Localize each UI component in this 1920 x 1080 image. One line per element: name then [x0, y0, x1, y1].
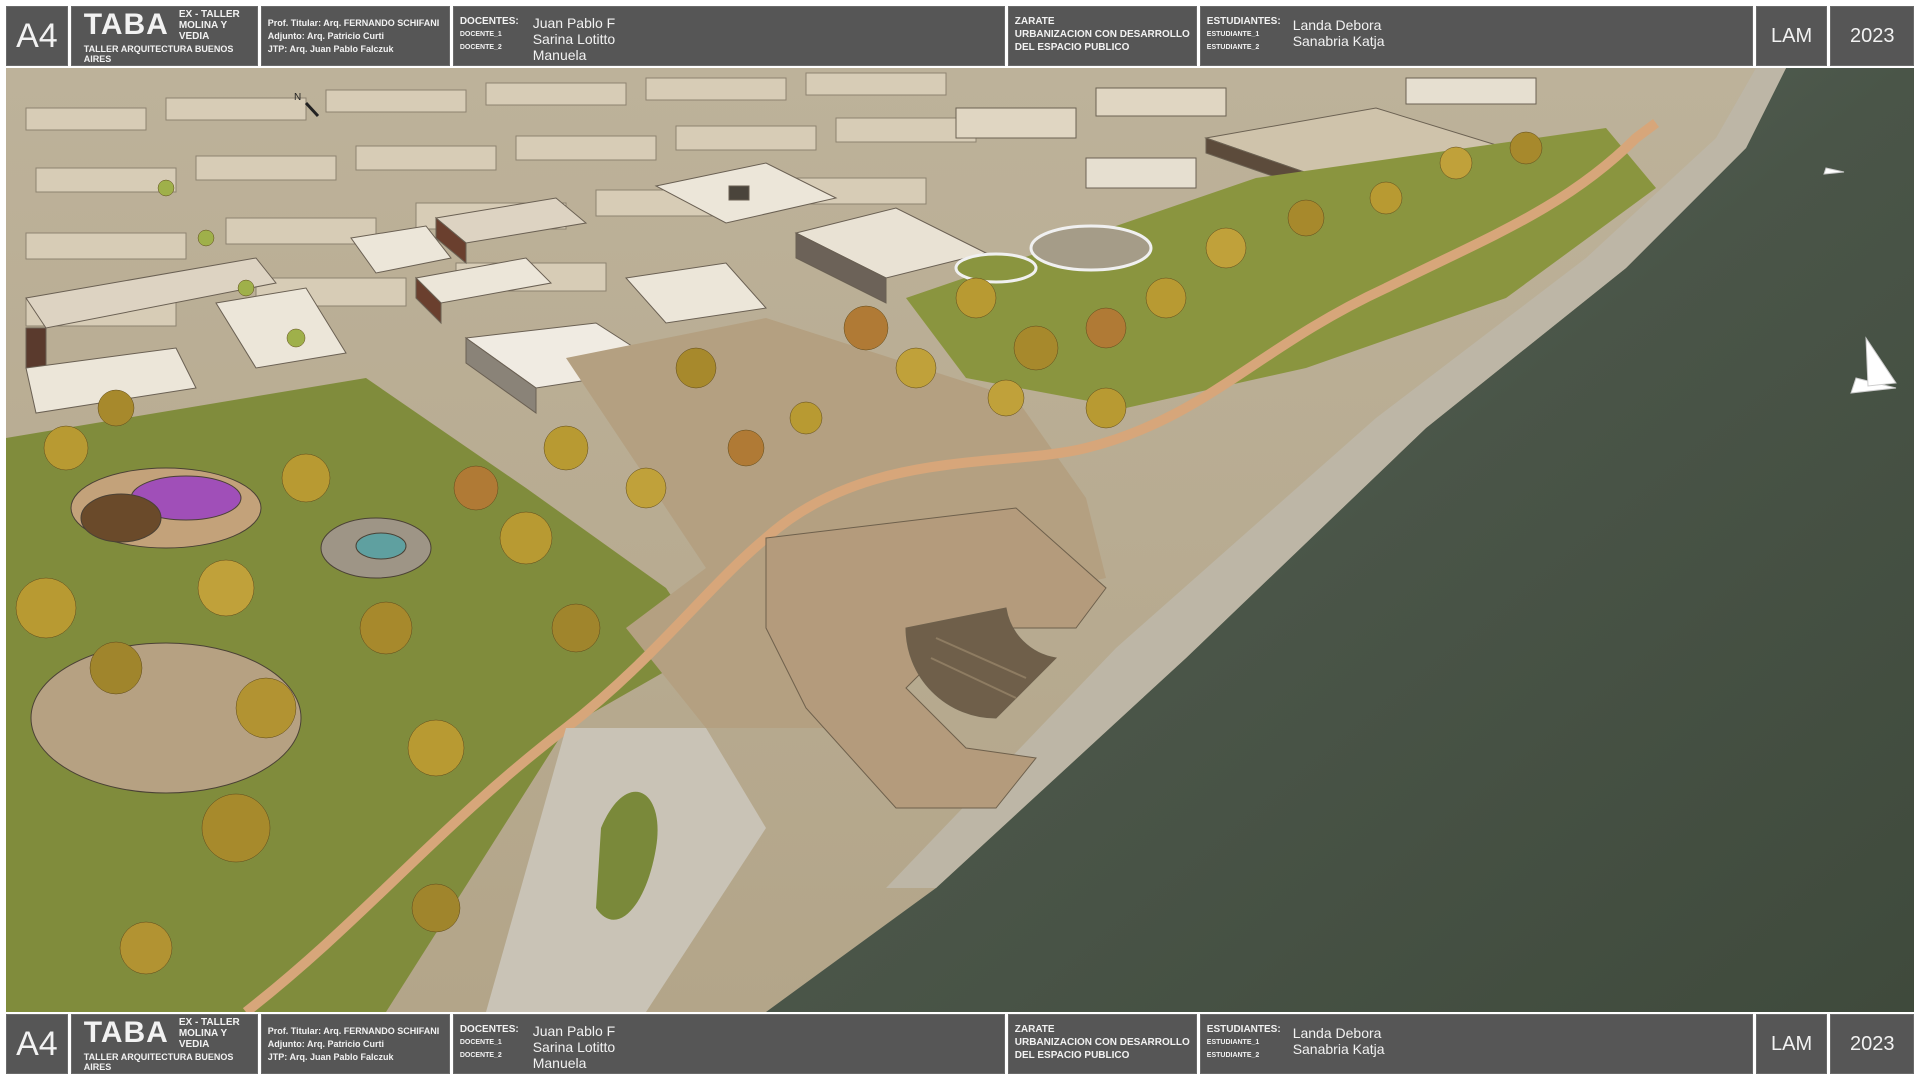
prof-titular: Prof. Titular: Arq. FERNANDO SCHIFANI [267, 1026, 440, 1036]
taba-logo: TABA EX - TALLER MOLINA Y VEDIA TALLER AR… [70, 1014, 258, 1074]
project-line-2: URBANIZACION CON DESARROLLO [1014, 29, 1190, 40]
docente-name-2: Sarina Lotitto [532, 31, 616, 47]
student-name-1: Landa Debora [1292, 1025, 1382, 1041]
prof-jtp: JTP: Arq. Juan Pablo Falczuk [267, 44, 394, 54]
logo-side: EX - TALLER MOLINA Y VEDIA [178, 8, 240, 42]
north-label: N [294, 92, 301, 103]
course-code: LAM [1755, 6, 1828, 66]
taba-logo: TABA EX - TALLER MOLINA Y VEDIA TALLER AR… [70, 6, 258, 66]
student-name-2: Sanabria Katja [1292, 33, 1385, 49]
project-line-1: ZARATE [1014, 1024, 1055, 1035]
project-title: ZARATE URBANIZACION CON DESARROLLO DEL E… [1007, 6, 1197, 66]
project-title: ZARATE URBANIZACION CON DESARROLLO DEL E… [1007, 1014, 1197, 1074]
prof-titular: Prof. Titular: Arq. FERNANDO SCHIFANI [267, 18, 440, 28]
docentes-block: DOCENTES: DOCENTE_1 DOCENTE_2 Juan Pablo… [452, 6, 1005, 66]
year: 2023 [1830, 1014, 1915, 1074]
project-line-1: ZARATE [1014, 16, 1055, 27]
course-code: LAM [1755, 1014, 1828, 1074]
student-name-1: Landa Debora [1292, 17, 1382, 33]
docentes-label: DOCENTES: [459, 1024, 519, 1035]
project-line-3: DEL ESPACIO PUBLICO [1014, 1050, 1130, 1061]
logo-subtitle: TALLER ARQUITECTURA BUENOS AIRES [83, 1051, 234, 1072]
logo-main: TABA [83, 8, 169, 41]
docente-name-2: Sarina Lotitto [532, 1039, 616, 1055]
docente-1-label: DOCENTE_1 [459, 31, 502, 38]
project-line-2: URBANIZACION CON DESARROLLO [1014, 1037, 1190, 1048]
student-name-2: Sanabria Katja [1292, 1041, 1385, 1057]
prof-adjunto: Adjunto: Arq. Patricio Curti [267, 31, 384, 41]
docentes-label: DOCENTES: [459, 16, 519, 27]
logo-side: EX - TALLER MOLINA Y VEDIA [178, 1016, 240, 1050]
docente-name-1: Juan Pablo F [532, 1023, 616, 1039]
professors-block: Prof. Titular: Arq. FERNANDO SCHIFANI Ad… [260, 1014, 450, 1074]
docente-name-1: Juan Pablo F [532, 15, 616, 31]
docente-name-3: Manuela [532, 1055, 587, 1071]
students-label: ESTUDIANTES: [1206, 1024, 1281, 1035]
docente-name-3: Manuela [532, 47, 587, 63]
student-2-label: ESTUDIANTE_2 [1206, 44, 1260, 51]
prof-jtp: JTP: Arq. Juan Pablo Falczuk [267, 1052, 394, 1062]
logo-main: TABA [83, 1016, 169, 1049]
title-block-bottom: A4 TABA EX - TALLER MOLINA Y VEDIA TALLER… [6, 1014, 1915, 1074]
logo-subtitle: TALLER ARQUITECTURA BUENOS AIRES [83, 43, 234, 64]
docente-2-label: DOCENTE_2 [459, 44, 502, 51]
student-2-label: ESTUDIANTE_2 [1206, 1052, 1260, 1059]
aerial-render: N [6, 68, 1914, 1012]
student-1-label: ESTUDIANTE_1 [1206, 31, 1260, 38]
docente-1-label: DOCENTE_1 [459, 1039, 502, 1046]
sheet-code: A4 [6, 1014, 68, 1074]
project-line-3: DEL ESPACIO PUBLICO [1014, 42, 1130, 53]
students-label: ESTUDIANTES: [1206, 16, 1281, 27]
students-block: ESTUDIANTES: ESTUDIANTE_1 ESTUDIANTE_2 L… [1199, 1014, 1753, 1074]
student-1-label: ESTUDIANTE_1 [1206, 1039, 1260, 1046]
year: 2023 [1830, 6, 1915, 66]
docente-2-label: DOCENTE_2 [459, 1052, 502, 1059]
docentes-block: DOCENTES: DOCENTE_1 DOCENTE_2 Juan Pablo… [452, 1014, 1005, 1074]
professors-block: Prof. Titular: Arq. FERNANDO SCHIFANI Ad… [260, 6, 450, 66]
prof-adjunto: Adjunto: Arq. Patricio Curti [267, 1039, 384, 1049]
title-block-top: A4 TABA EX - TALLER MOLINA Y VEDIA TALLER… [6, 6, 1915, 66]
students-block: ESTUDIANTES: ESTUDIANTE_1 ESTUDIANTE_2 L… [1199, 6, 1753, 66]
sheet-code: A4 [6, 6, 68, 66]
